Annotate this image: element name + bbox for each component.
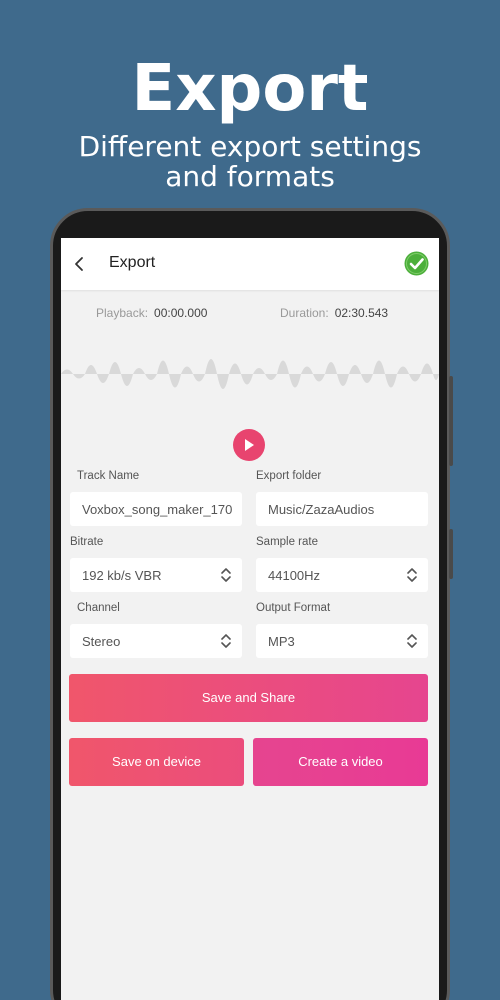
- audio-waveform[interactable]: [61, 346, 439, 402]
- page-title: Export: [109, 254, 156, 271]
- sample-rate-select[interactable]: 44100Hz: [256, 558, 428, 592]
- chevron-left-icon[interactable]: [69, 252, 89, 276]
- save-and-share-button[interactable]: Save and Share: [69, 674, 428, 722]
- output-format-label: Output Format: [256, 602, 331, 614]
- track-name-label: Track Name: [77, 470, 140, 482]
- play-icon: [245, 439, 254, 451]
- promo-title: Export: [131, 52, 369, 126]
- duration-value: 02:30.543: [334, 306, 389, 320]
- channel-select[interactable]: Stereo: [70, 624, 242, 658]
- track-name-input[interactable]: Voxbox_song_maker_170: [70, 492, 242, 526]
- promo-subtitle: Different export settings and formats: [78, 130, 422, 193]
- app-bar: Export: [61, 238, 439, 290]
- volume-button: [449, 376, 453, 466]
- export-folder-input[interactable]: Music/ZazaAudios: [256, 492, 428, 526]
- duration-time: Duration: 02:30.543: [280, 306, 388, 320]
- save-on-device-button[interactable]: Save on device: [69, 738, 244, 786]
- bitrate-label: Bitrate: [70, 536, 104, 548]
- channel-value: Stereo: [82, 634, 121, 649]
- updown-chevron-icon: [221, 568, 231, 582]
- export-screen: Export Playback: 00:00.000 Duration: 02:30…: [61, 238, 439, 1000]
- bitrate-select[interactable]: 192 kb/s VBR: [70, 558, 242, 592]
- playback-label: Playback:: [96, 306, 149, 320]
- bitrate-value: 192 kb/s VBR: [82, 568, 162, 583]
- updown-chevron-icon: [407, 634, 417, 648]
- sample-rate-value: 44100Hz: [268, 568, 321, 583]
- play-button[interactable]: [233, 429, 265, 461]
- updown-chevron-icon: [407, 568, 417, 582]
- channel-label: Channel: [77, 602, 120, 614]
- create-video-button[interactable]: Create a video: [253, 738, 428, 786]
- power-button: [449, 529, 453, 579]
- duration-label: Duration:: [280, 306, 329, 320]
- check-circle-icon[interactable]: [404, 251, 429, 276]
- output-format-value: MP3: [268, 634, 295, 649]
- playback-time: Playback: 00:00.000: [96, 306, 207, 320]
- export-folder-label: Export folder: [256, 470, 322, 482]
- playback-value: 00:00.000: [154, 306, 208, 320]
- sample-rate-label: Sample rate: [256, 536, 319, 548]
- output-format-select[interactable]: MP3: [256, 624, 428, 658]
- updown-chevron-icon: [221, 634, 231, 648]
